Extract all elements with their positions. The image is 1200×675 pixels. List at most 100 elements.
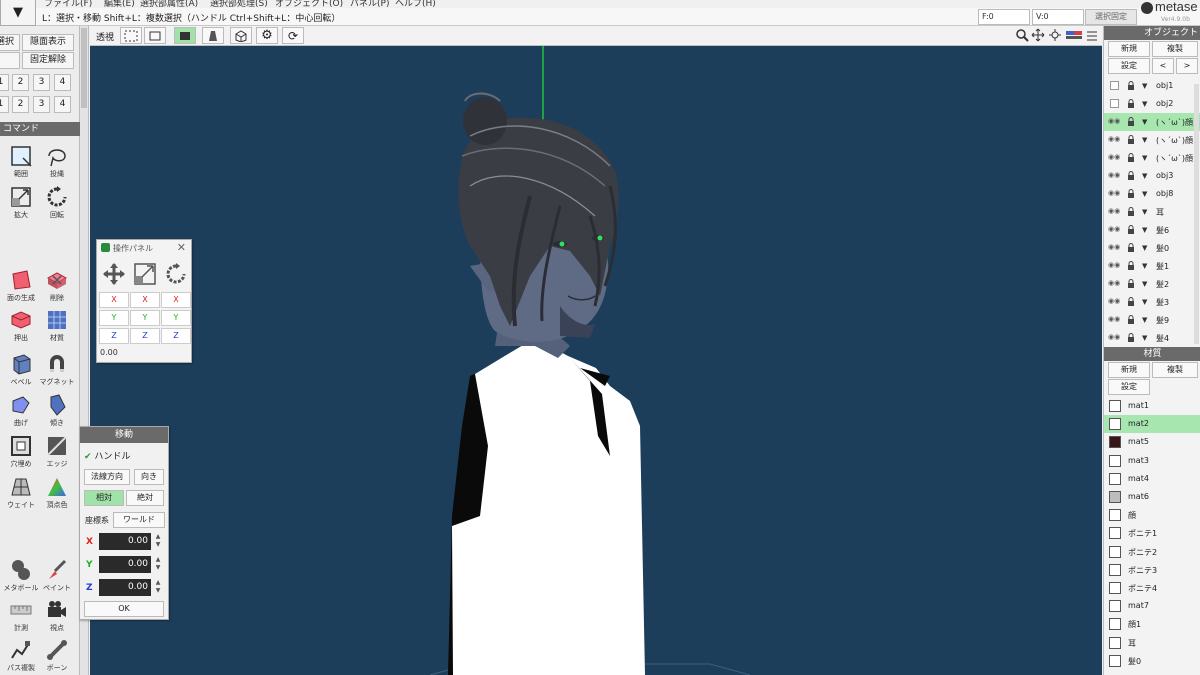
app-menu-button[interactable]: ▼ [0,0,36,26]
command-fill-hole[interactable]: 穴埋め [2,432,40,472]
orientation-button[interactable]: 向き [134,469,164,485]
view-face-button[interactable] [174,27,196,44]
coordinate-system-button[interactable]: ワールド [113,512,165,528]
expand-icon[interactable]: ▼ [1142,154,1147,162]
menu-panel[interactable]: パネル(P) [350,0,389,8]
material-settings-button[interactable]: 設定 [1108,379,1150,395]
layer-button-3b[interactable]: 3 [33,96,50,113]
expand-icon[interactable]: ▼ [1142,280,1147,288]
lock-icon[interactable] [1127,243,1135,252]
command-measure[interactable]: 計測 [2,596,40,636]
scrollbar-thumb[interactable] [81,28,87,108]
object-row[interactable]: ◉◉ ▼ obj3 [1104,167,1200,185]
object-row[interactable]: ◉◉ ▼ 髪2 [1104,275,1200,293]
material-row[interactable]: ポニテ2 [1104,543,1200,561]
lock-icon[interactable] [1127,297,1135,306]
command-edge[interactable]: エッジ [38,432,76,472]
expand-icon[interactable]: ▼ [1142,262,1147,270]
object-row[interactable]: ▼ obj2 [1104,95,1200,113]
view-mode-icon[interactable] [1065,28,1083,42]
perspective-label[interactable]: 透視 [96,30,114,43]
material-row[interactable]: 髪0 [1104,652,1200,670]
expand-icon[interactable]: ▼ [1142,100,1147,108]
object-settings-button[interactable]: 設定 [1108,58,1150,74]
object-row[interactable]: ◉◉ ▼ 髪9 [1104,311,1200,329]
eye-icon[interactable]: ◉◉ [1108,117,1120,125]
lock-icon[interactable] [1127,225,1135,234]
x-input[interactable]: 0.00 [99,533,151,550]
material-new-button[interactable]: 新規 [1108,362,1150,378]
lock-icon[interactable] [1127,117,1135,126]
lock-icon[interactable] [1127,189,1135,198]
expand-icon[interactable]: ▼ [1142,226,1147,234]
layer-button-2b[interactable]: 2 [12,96,29,113]
object-row[interactable]: ◉◉ ▼ 髪3 [1104,293,1200,311]
expand-icon[interactable]: ▼ [1142,208,1147,216]
normal-direction-button[interactable]: 法線方向 [84,469,130,485]
lock-icon[interactable] [1127,261,1135,270]
y-input[interactable]: 0.00 [99,556,151,573]
lock-icon[interactable] [1127,333,1135,342]
expand-icon[interactable]: ▼ [1142,190,1147,198]
object-row[interactable]: ◉◉ ▼ 髪0 [1104,239,1200,257]
command-range[interactable]: 範囲 [2,142,40,182]
relative-button[interactable]: 相対 [84,490,124,506]
menu-select-attr[interactable]: 選択部属性(A) [140,0,198,8]
handle-checkbox[interactable]: ✔ ハンドル [84,449,130,462]
eye-icon[interactable]: ◉◉ [1108,261,1120,269]
view-reset-button[interactable]: ⟳ [282,27,304,44]
lock-icon[interactable] [1127,315,1135,324]
object-next-button[interactable]: > [1176,58,1198,74]
object-row[interactable]: ◉◉ ▼ (ヽ´ω`)顔 [1104,113,1200,131]
op-scale-x[interactable]: X [130,292,160,308]
lock-icon[interactable] [1127,279,1135,288]
expand-icon[interactable]: ▼ [1142,244,1147,252]
command-extrude[interactable]: 押出 [2,306,40,346]
eye-icon[interactable]: ◉◉ [1108,189,1120,197]
object-row[interactable]: ▼ obj1 [1104,77,1200,95]
expand-icon[interactable]: ▼ [1142,136,1147,144]
material-row[interactable]: 顔1 [1104,615,1200,633]
material-row[interactable]: ポニテ3 [1104,561,1200,579]
command-paint[interactable]: ペイント [38,556,76,596]
eye-icon[interactable]: ◉◉ [1108,279,1120,287]
command-scale[interactable]: 拡大 [2,183,40,223]
lock-icon[interactable] [1127,153,1135,162]
layer-button-4[interactable]: 4 [54,74,71,91]
object-new-button[interactable]: 新規 [1108,41,1150,57]
object-row[interactable]: ◉◉ ▼ 髪1 [1104,257,1200,275]
object-list-scrollbar[interactable] [1194,84,1199,344]
object-row[interactable]: ◉◉ ▼ 髪4 [1104,329,1200,347]
blank-button[interactable] [0,52,20,69]
close-icon[interactable]: ✕ [177,241,186,254]
lock-icon[interactable] [1127,81,1135,90]
command-bevel[interactable]: ベベル [2,350,40,390]
material-row[interactable]: 顔 [1104,506,1200,524]
lock-icon[interactable] [1127,171,1135,180]
op-scale-button[interactable] [130,262,160,288]
object-duplicate-button[interactable]: 複製 [1152,41,1198,57]
op-scale-y[interactable]: Y [130,310,160,326]
lock-icon[interactable] [1127,99,1135,108]
visibility-checkbox[interactable] [1110,81,1119,90]
expand-icon[interactable]: ▼ [1142,298,1147,306]
command-magnet[interactable]: マグネット [38,350,76,390]
view-settings-button[interactable]: ⚙ [256,27,278,44]
eye-icon[interactable]: ◉◉ [1108,333,1120,341]
eye-icon[interactable]: ◉◉ [1108,315,1120,323]
3d-viewport[interactable] [90,46,1102,675]
expand-icon[interactable]: ▼ [1142,172,1147,180]
view-wire-button[interactable] [144,27,166,44]
eye-icon[interactable]: ◉◉ [1108,171,1120,179]
material-row[interactable]: mat2 [1104,415,1200,434]
z-stepper[interactable]: ▲ ▼ [153,579,163,596]
material-row[interactable]: ポニテ1 [1104,524,1200,542]
command-viewpoint[interactable]: 視点 [38,596,76,636]
op-rotate-y[interactable]: Y [161,310,191,326]
lock-icon[interactable] [1127,135,1135,144]
expand-icon[interactable]: ▼ [1142,118,1147,126]
op-scale-z[interactable]: Z [130,328,160,344]
grid-icon[interactable] [1086,28,1098,42]
command-bend[interactable]: 曲げ [2,391,40,431]
rotate-view-icon[interactable] [1048,28,1062,42]
